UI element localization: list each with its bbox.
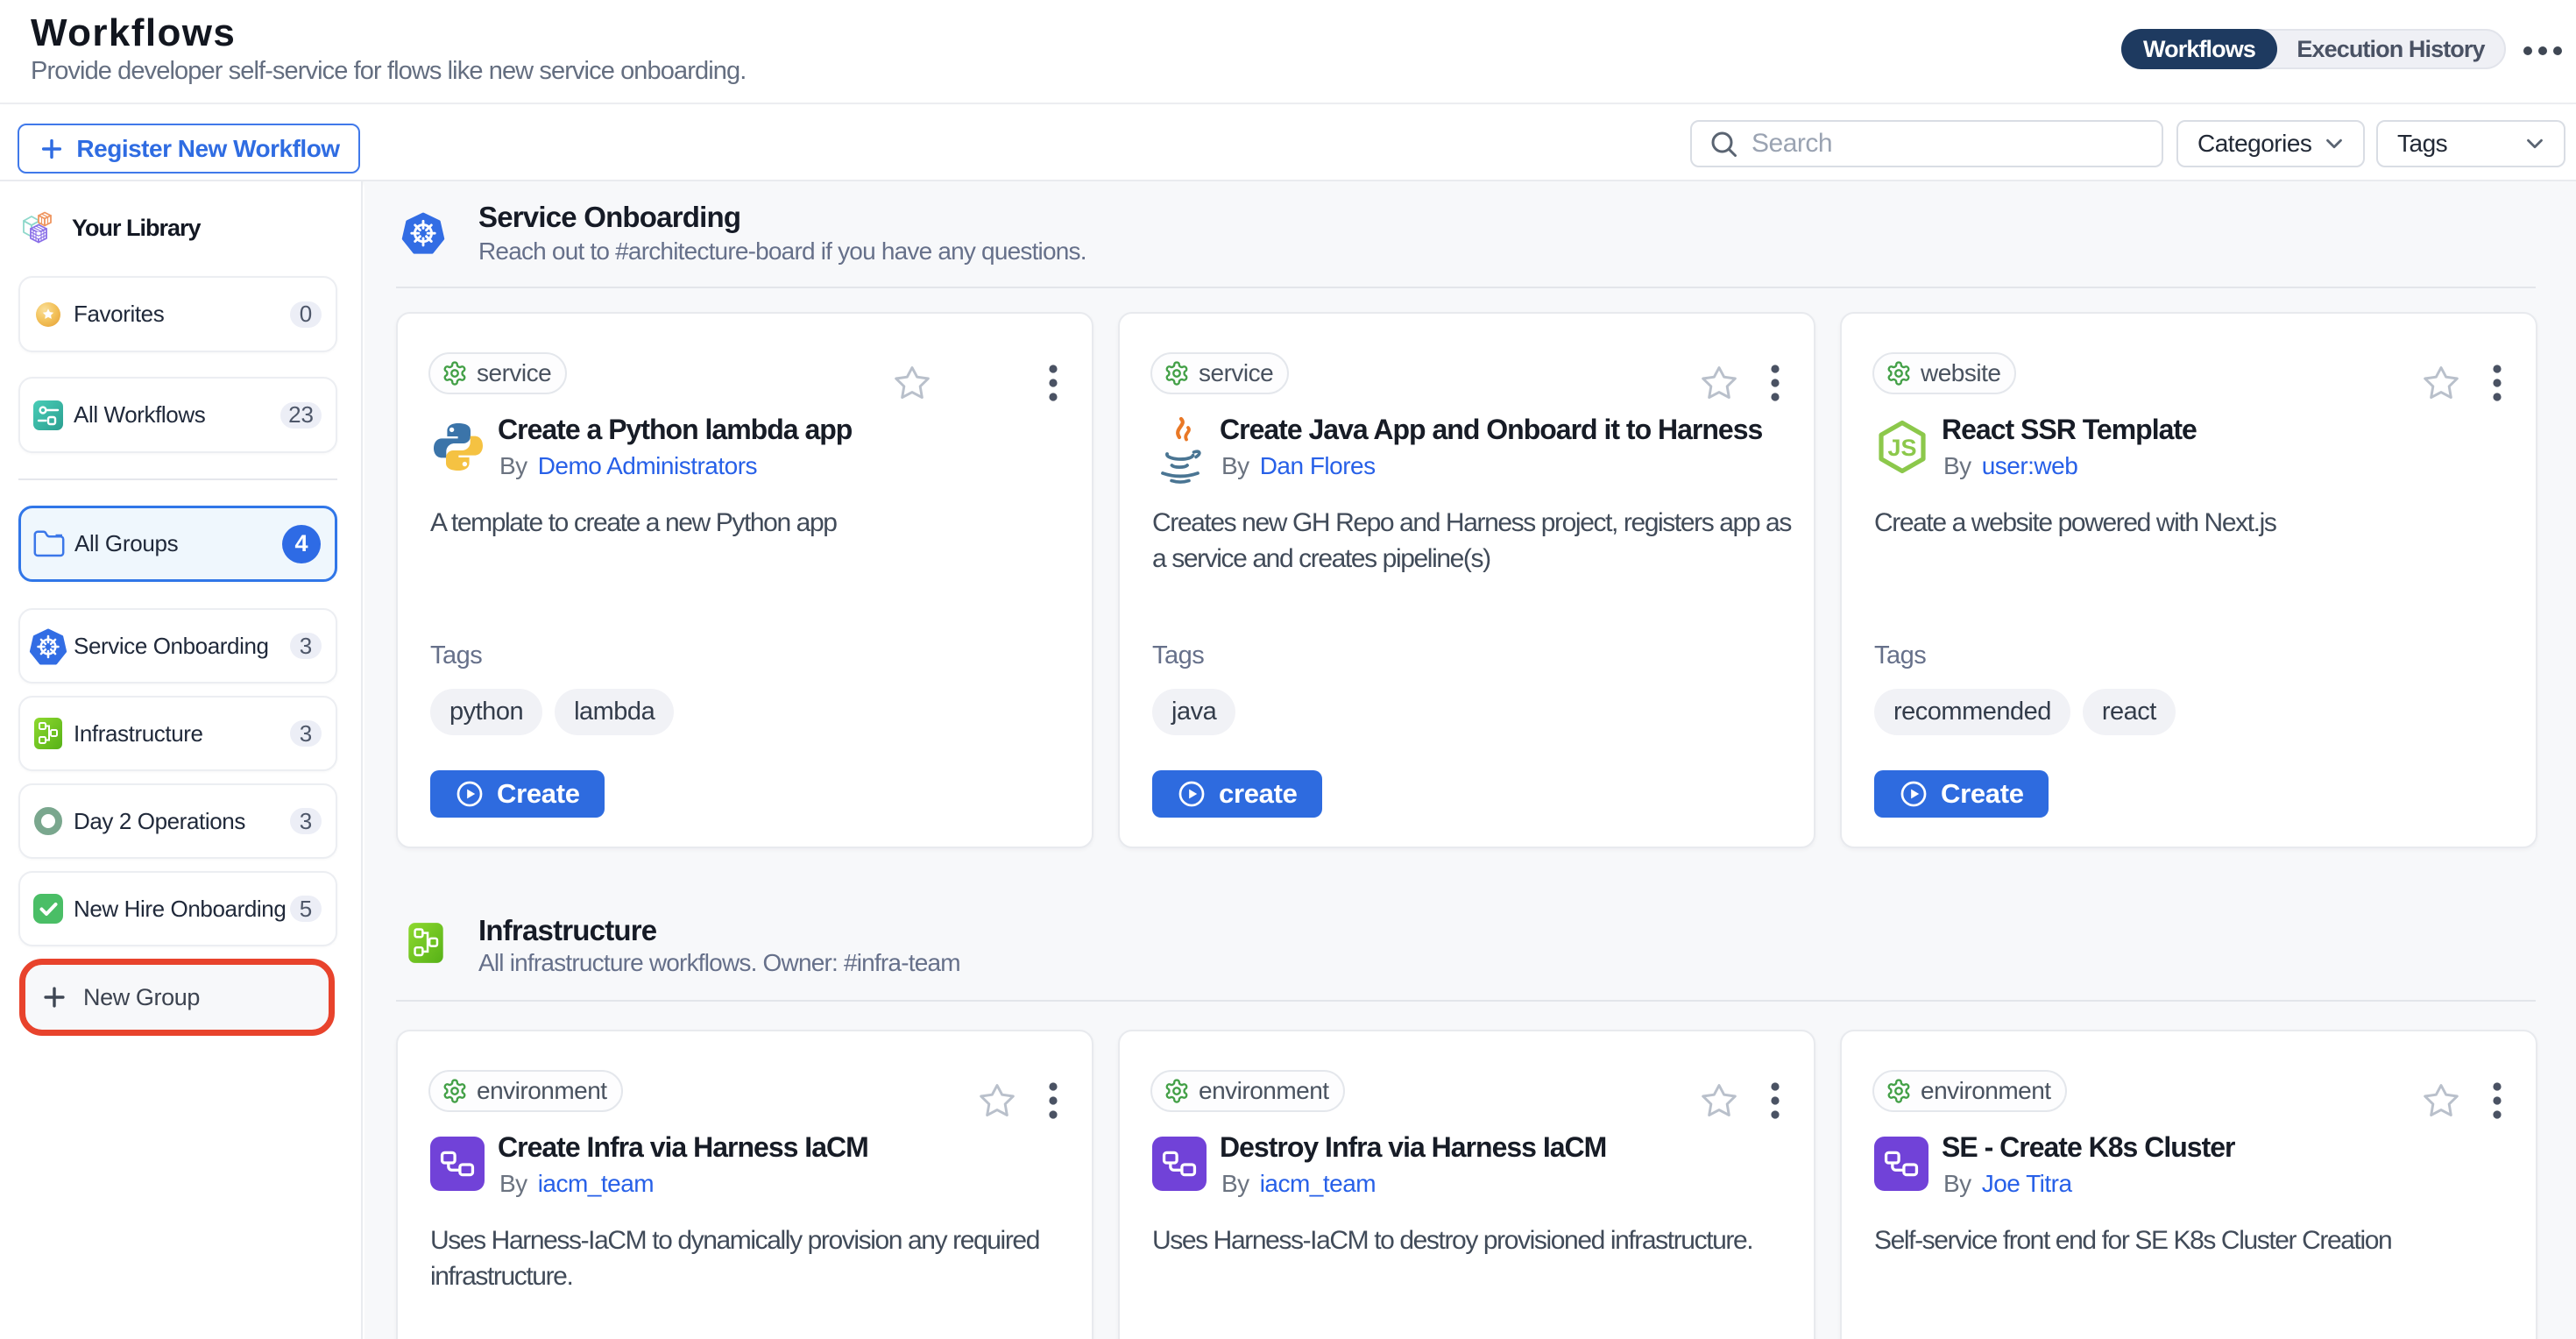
svg-text:JS: JS [1887,435,1916,461]
